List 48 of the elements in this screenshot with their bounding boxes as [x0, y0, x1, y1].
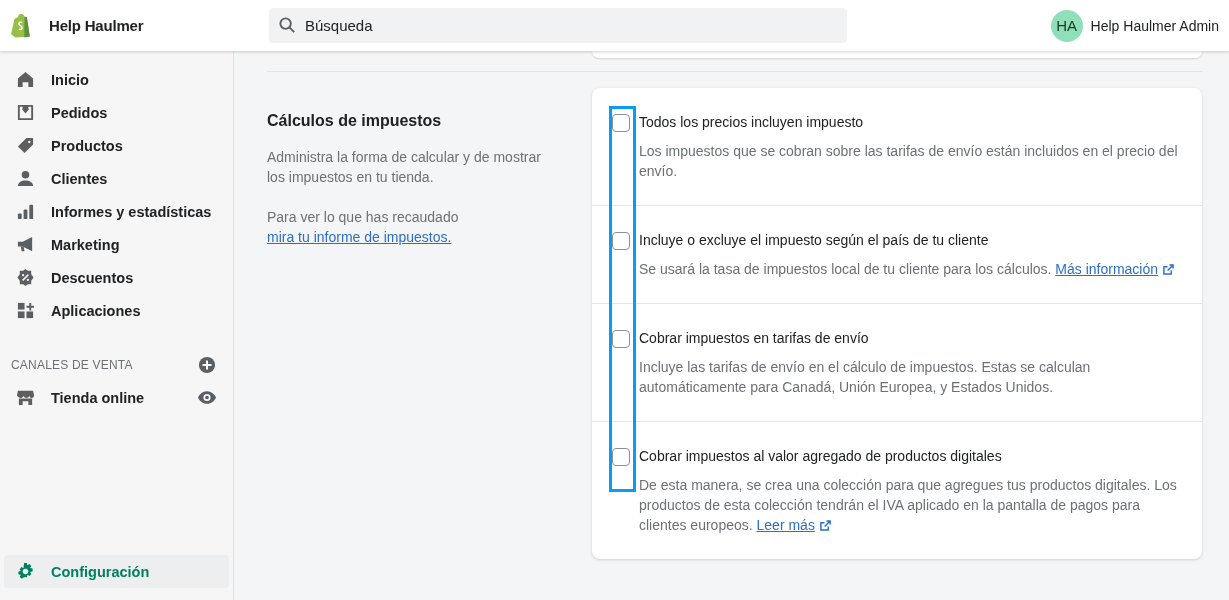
inbox-download-icon	[16, 103, 35, 122]
help-link[interactable]: Leer más	[756, 517, 831, 533]
option-description: De esta manera, se crea una colección para que agregues tus productos digitales. Los productos de esta colección tendrán el IVA aplicado en la pantalla de pagos para clientes europeos. Leer más	[639, 476, 1178, 535]
sidebar-item[interactable]: Tienda online	[4, 381, 198, 414]
external-link-icon	[1163, 264, 1175, 275]
checkbox[interactable]	[612, 232, 630, 250]
account-name[interactable]: Help Haulmer Admin	[1090, 17, 1219, 34]
apps-grid-icon	[16, 301, 35, 320]
reports-link[interactable]: mira tu informe de impuestos.	[267, 229, 452, 245]
option-label[interactable]: Todos los precios incluyen impuesto	[639, 112, 1182, 132]
avatar-initials[interactable]: HA	[1050, 9, 1083, 42]
section-description: Administra la forma de calcular y de mostrar los impuestos en tu tienda.	[267, 148, 542, 187]
settings-icon	[16, 562, 35, 581]
tag-icon	[16, 136, 35, 155]
option-description: Los impuestos que se cobran sobre las tarifas de envío están incluidos en el precio del envío.	[639, 142, 1179, 181]
sidebar-item[interactable]: Descuentos	[4, 261, 229, 294]
sidebar-item[interactable]: Informes y estadísticas	[4, 195, 229, 228]
external-link-icon	[819, 520, 831, 531]
sidebar-item[interactable]: Clientes	[4, 162, 229, 195]
section-note: Para ver lo que has recaudado	[267, 209, 459, 225]
eye-icon	[198, 391, 216, 404]
sidebar-item[interactable]: Pedidos	[4, 96, 229, 129]
option-description: Se usará la tasa de impuestos local de tu cliente para los cálculos. Más información	[639, 259, 1182, 279]
checkbox[interactable]	[612, 448, 630, 466]
megaphone-icon	[16, 235, 35, 254]
bar-chart-icon	[16, 202, 35, 221]
shopping-bag-logo-icon	[10, 13, 32, 38]
person-icon	[16, 169, 35, 188]
help-link[interactable]: Más información	[1055, 261, 1175, 277]
checkbox[interactable]	[612, 330, 630, 348]
sidebar-item[interactable]: Configuración	[4, 555, 229, 588]
search-field[interactable]: Búsqueda	[269, 8, 847, 43]
checkbox[interactable]	[612, 114, 630, 132]
section-title: Cálculos de impuestos	[267, 111, 443, 131]
storefront-icon	[16, 388, 35, 407]
sidebar-item[interactable]: Marketing	[4, 228, 229, 261]
section-heading: CANALES DE VENTA	[11, 358, 133, 372]
house-icon	[16, 70, 35, 89]
option-description: Incluye las tarifas de envío en el cálculo de impuestos. Estas se calculan automáticamente para Canadá, Unión Europea, y Estados Unidos.	[639, 358, 1092, 397]
sidebar-item[interactable]: Aplicaciones	[4, 294, 229, 327]
add-circle-icon	[198, 356, 216, 374]
option-label[interactable]: Cobrar impuestos en tarifas de envío	[639, 328, 1182, 348]
option-label[interactable]: Cobrar impuestos al valor agregado de productos digitales	[639, 446, 1182, 466]
percent-badge-icon	[16, 268, 35, 287]
store-name: Help Haulmer	[49, 17, 144, 34]
sidebar-item[interactable]: Inicio	[4, 63, 229, 96]
option-label[interactable]: Incluye o excluye el impuesto según el país de tu cliente	[639, 230, 1182, 250]
sidebar-item[interactable]: Productos	[4, 129, 229, 162]
